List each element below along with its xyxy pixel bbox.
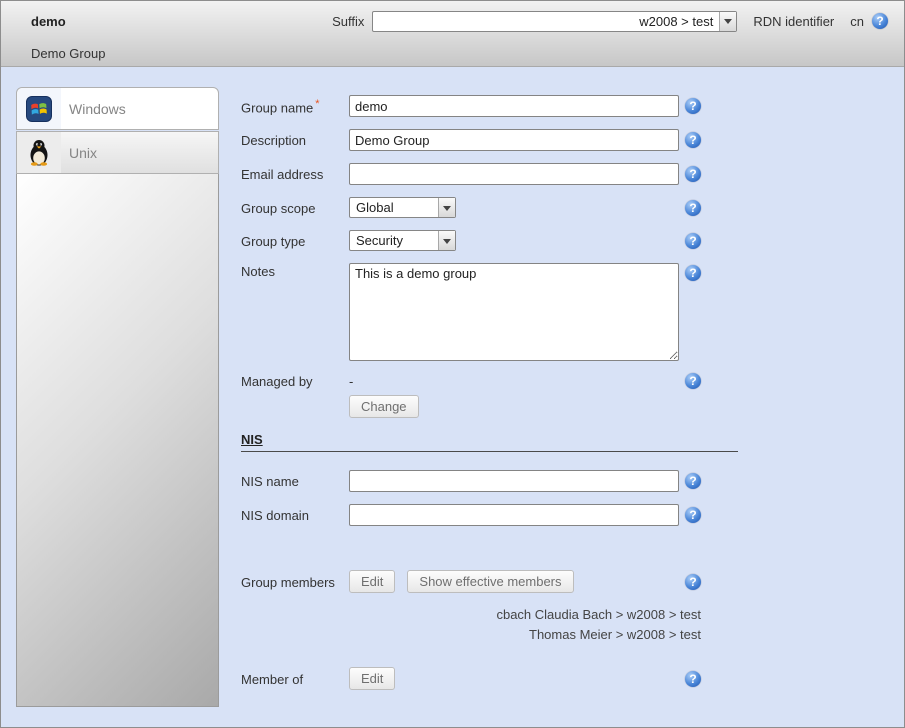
dropdown-arrow-icon	[719, 12, 736, 31]
suffix-label: Suffix	[332, 14, 364, 29]
nis-name-row: NIS name	[241, 470, 738, 492]
nis-section-divider	[241, 451, 738, 452]
nis-domain-input[interactable]	[349, 504, 679, 526]
group-type-row: Group type Security	[241, 230, 738, 251]
sidebar-panel	[16, 174, 219, 707]
help-icon[interactable]	[685, 98, 701, 114]
help-icon[interactable]	[685, 473, 701, 489]
group-form: Group name* Description Email address Gr…	[241, 95, 738, 702]
group-members-row: Group members Edit Show effective member…	[241, 570, 738, 593]
header-row: demo Suffix w2008 > test RDN identifier …	[1, 1, 904, 41]
group-type-label: Group type	[241, 233, 349, 249]
managed-by-value: -	[349, 374, 679, 389]
email-input[interactable]	[349, 163, 679, 185]
help-icon[interactable]	[872, 13, 888, 29]
change-button[interactable]: Change	[349, 395, 419, 418]
rdn-identifier-label: RDN identifier	[753, 14, 834, 29]
group-name-input[interactable]	[349, 95, 679, 117]
description-row: Description	[241, 129, 738, 151]
description-label: Description	[241, 132, 349, 148]
email-row: Email address	[241, 163, 738, 185]
group-type-select[interactable]: Security	[349, 230, 456, 251]
group-type-value: Security	[350, 231, 438, 250]
group-members-list: cbach Claudia Bach > w2008 > test Thomas…	[241, 605, 701, 645]
member-of-edit-button[interactable]: Edit	[349, 667, 395, 690]
help-icon[interactable]	[685, 265, 701, 281]
notes-textarea[interactable]: This is a demo group	[349, 263, 679, 361]
header: demo Suffix w2008 > test RDN identifier …	[1, 1, 904, 67]
header-subtitle-row: Demo Group	[1, 41, 904, 65]
show-effective-members-button[interactable]: Show effective members	[407, 570, 573, 593]
suffix-select-value: w2008 > test	[373, 12, 719, 31]
nis-section-heading: NIS	[241, 432, 738, 447]
member-of-row: Member of Edit	[241, 667, 738, 690]
group-name-row: Group name*	[241, 95, 738, 117]
group-scope-value: Global	[350, 198, 438, 217]
rdn-identifier-value: cn	[850, 14, 864, 29]
body-area: Windows	[1, 67, 904, 727]
group-member-item: Thomas Meier > w2008 > test	[241, 625, 701, 645]
sidebar: Windows	[16, 87, 219, 707]
windows-icon	[17, 88, 61, 129]
help-icon[interactable]	[685, 574, 701, 590]
managed-by-row: Managed by -	[241, 373, 738, 389]
help-icon[interactable]	[685, 233, 701, 249]
help-icon[interactable]	[685, 671, 701, 687]
description-input[interactable]	[349, 129, 679, 151]
managed-by-actions: Change	[349, 395, 738, 418]
group-members-label: Group members	[241, 574, 349, 590]
page-subtitle: Demo Group	[31, 46, 105, 61]
group-scope-label: Group scope	[241, 200, 349, 216]
tab-unix[interactable]: Unix	[16, 131, 219, 174]
help-icon[interactable]	[685, 166, 701, 182]
notes-label: Notes	[241, 263, 349, 279]
tux-icon	[17, 132, 61, 173]
nis-name-label: NIS name	[241, 473, 349, 489]
group-member-item: cbach Claudia Bach > w2008 > test	[241, 605, 701, 625]
tab-windows-label: Windows	[69, 101, 126, 117]
managed-by-label: Managed by	[241, 373, 349, 389]
tab-windows[interactable]: Windows	[16, 87, 219, 130]
group-edit-window: demo Suffix w2008 > test RDN identifier …	[0, 0, 905, 728]
group-name-label: Group name*	[241, 97, 349, 115]
member-of-label: Member of	[241, 671, 349, 687]
help-icon[interactable]	[685, 132, 701, 148]
page-title: demo	[31, 14, 66, 29]
help-icon[interactable]	[685, 373, 701, 389]
help-icon[interactable]	[685, 200, 701, 216]
required-marker: *	[315, 98, 319, 110]
group-scope-select[interactable]: Global	[349, 197, 456, 218]
dropdown-arrow-icon	[438, 231, 455, 250]
help-icon[interactable]	[685, 507, 701, 523]
suffix-select[interactable]: w2008 > test	[372, 11, 737, 32]
tab-unix-label: Unix	[69, 145, 97, 161]
dropdown-arrow-icon	[438, 198, 455, 217]
nis-name-input[interactable]	[349, 470, 679, 492]
group-members-edit-button[interactable]: Edit	[349, 570, 395, 593]
notes-row: Notes This is a demo group	[241, 263, 738, 361]
nis-domain-row: NIS domain	[241, 504, 738, 526]
group-scope-row: Group scope Global	[241, 197, 738, 218]
nis-domain-label: NIS domain	[241, 507, 349, 523]
email-label: Email address	[241, 166, 349, 182]
